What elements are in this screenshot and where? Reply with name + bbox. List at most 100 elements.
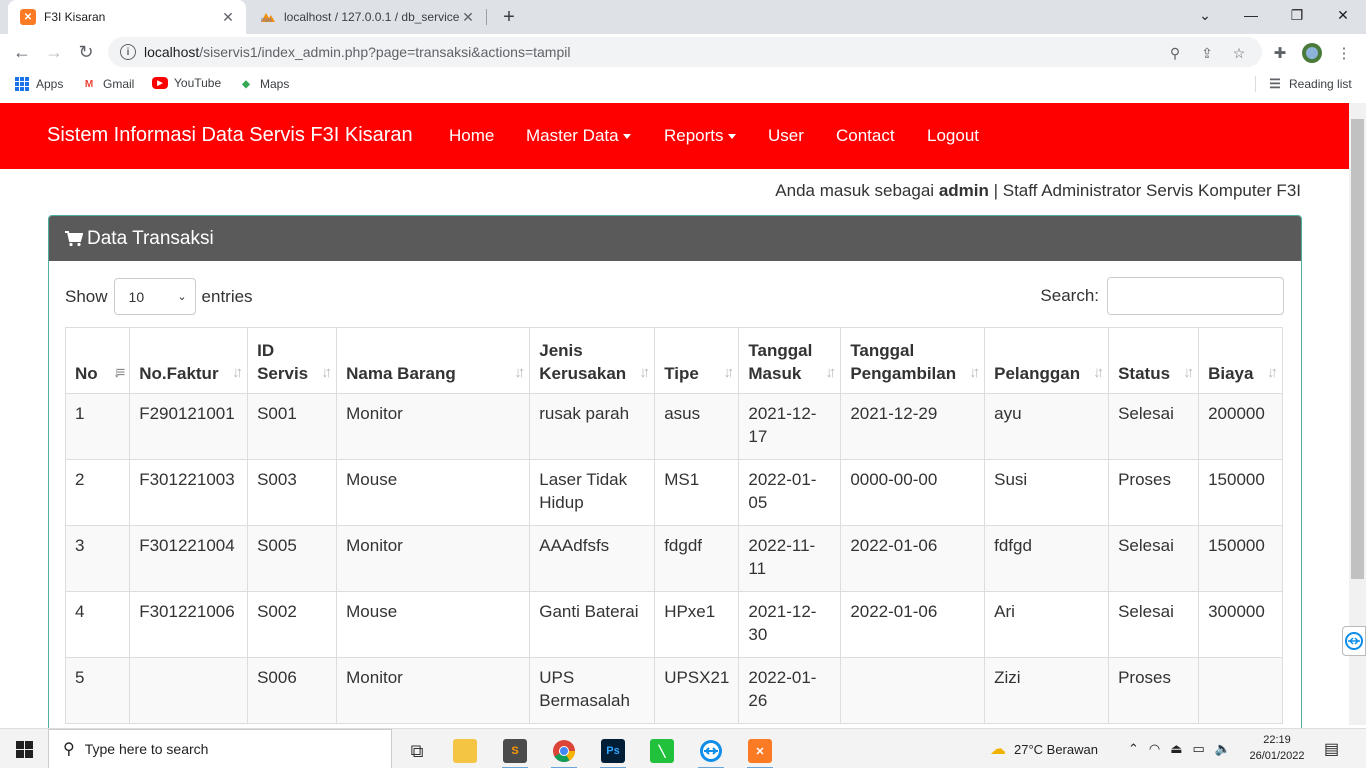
table-cell: S003 (247, 459, 338, 526)
taskbar-clock[interactable]: 22:19 26/01/2022 (1242, 732, 1312, 764)
column-header[interactable]: Tipe ↓↑ (654, 327, 740, 394)
tab-f3i-kisaran[interactable]: ✕ F3I Kisaran ✕ (8, 0, 246, 34)
table-cell: 1 (64, 393, 131, 460)
table-cell: F301221004 (129, 525, 249, 592)
close-tab-icon[interactable]: ✕ (460, 9, 476, 26)
caret-down-icon (622, 134, 631, 140)
column-header[interactable]: No ↓≡ (64, 327, 131, 394)
weather-widget[interactable]: ☁ 27°C Berawan (990, 729, 1098, 768)
nav-reports[interactable]: Reports (664, 126, 736, 146)
extensions-icon[interactable]: ✚ (1270, 43, 1290, 63)
table-cell: Zizi (984, 657, 1110, 724)
entries-select[interactable]: 10 ⌄ (113, 278, 196, 315)
nav-logout[interactable]: Logout (927, 126, 979, 146)
login-prefix: Anda masuk sebagai (775, 181, 935, 200)
column-header[interactable]: Biaya ↓↑ (1198, 327, 1283, 394)
tab-phpmyadmin[interactable]: PMA localhost / 127.0.0.1 / db_service ✕ (250, 0, 486, 34)
line-app-button[interactable]: ╲ (639, 733, 685, 768)
reading-list-icon: ☰ (1269, 76, 1281, 91)
teamviewer-icon (700, 740, 722, 762)
table-cell: 2022-01-26 (738, 657, 842, 724)
close-tab-icon[interactable]: ✕ (220, 9, 236, 26)
bookmark-maps[interactable]: ◆ Maps (238, 76, 289, 92)
table-cell: 2022-01-05 (738, 459, 842, 526)
column-header-label: Servis (257, 364, 309, 383)
wifi-icon[interactable]: ◠ (1149, 741, 1160, 757)
column-header[interactable]: Jenis Kerusakan ↓↑ (529, 327, 656, 394)
sublime-text-button[interactable]: S (492, 733, 538, 768)
sort-descending-icon: ↓≡ (112, 364, 125, 381)
search-icon: ⚲ (63, 741, 75, 758)
reading-list-button[interactable]: ☰ Reading list (1267, 76, 1352, 92)
bookmark-gmail[interactable]: M Gmail (81, 76, 135, 92)
battery-icon[interactable]: ▭ (1193, 741, 1205, 757)
column-header[interactable]: Tanggal Pengambilan ↓↑ (840, 327, 986, 394)
table-cell: Susi (984, 459, 1110, 526)
new-tab-button[interactable]: + (498, 6, 520, 29)
column-header-label: Pengambilan (850, 364, 957, 383)
url-host: localhost (144, 44, 200, 60)
apps-grid-icon (14, 76, 30, 92)
teamviewer-float-icon[interactable] (1342, 626, 1366, 656)
column-header-label: Masuk (748, 364, 802, 383)
notification-icon: ▤ (1324, 741, 1340, 758)
table-cell: 2022-11-11 (738, 525, 842, 592)
column-header[interactable]: Tanggal Masuk ↓↑ (738, 327, 842, 394)
column-header[interactable]: Nama Barang ↓↑ (336, 327, 531, 394)
column-header[interactable]: No.Faktur ↓↑ (129, 327, 249, 394)
start-button[interactable] (0, 729, 48, 768)
restore-button[interactable]: ❐ (1274, 0, 1320, 30)
volume-icon[interactable]: 🔈 (1215, 741, 1231, 757)
bookmark-youtube[interactable]: ▶ YouTube (152, 76, 221, 90)
photoshop-button[interactable]: Ps (590, 733, 636, 768)
reload-button[interactable]: ↻ (74, 40, 98, 64)
share-icon[interactable]: ⇪ (1198, 44, 1216, 62)
task-view-button[interactable]: ⧉ (394, 733, 440, 768)
table-row: 1 F290121001 S001 Monitor rusak parah asus 202… (64, 393, 1283, 460)
taskbar-search-box[interactable]: ⚲ Type here to search (48, 729, 392, 768)
table-cell: F301221003 (129, 459, 249, 526)
close-window-button[interactable]: ✕ (1320, 0, 1366, 30)
sort-both-icon: ↓↑ (969, 364, 980, 381)
bookmark-label: YouTube (174, 76, 222, 90)
site-info-icon[interactable]: i (120, 44, 136, 60)
scrollbar-thumb[interactable] (1351, 119, 1364, 579)
chrome-button[interactable] (541, 733, 587, 768)
sort-both-icon: ↓↑ (1267, 364, 1278, 381)
nav-master-data[interactable]: Master Data (526, 126, 631, 146)
entries-value: 10 (128, 288, 145, 305)
back-button[interactable]: ← (10, 40, 34, 64)
search-input[interactable] (1107, 277, 1284, 315)
teamviewer-button[interactable] (688, 733, 734, 768)
chrome-menu-icon[interactable]: ⋮ (1334, 43, 1354, 63)
zoom-icon[interactable]: ⚲ (1166, 44, 1184, 62)
site-brand[interactable]: Sistem Informasi Data Servis F3I Kisaran (47, 124, 413, 147)
bookmark-star-icon[interactable]: ☆ (1230, 44, 1248, 62)
folder-icon (453, 739, 477, 763)
column-header[interactable]: Pelanggan ↓↑ (984, 327, 1110, 394)
tab-search-button[interactable]: ⌄ (1182, 0, 1228, 30)
nav-contact[interactable]: Contact (836, 126, 895, 146)
notification-center-button[interactable]: ▤ (1324, 729, 1339, 768)
usb-icon[interactable]: ⏏ (1170, 741, 1182, 757)
profile-avatar[interactable] (1302, 43, 1322, 63)
nav-user[interactable]: User (768, 126, 804, 146)
address-bar[interactable]: i localhost/siservis1/index_admin.php?pa… (108, 37, 1262, 67)
chevron-up-icon[interactable]: ⌃ (1128, 741, 1139, 757)
table-cell: Mouse (336, 591, 531, 658)
file-explorer-button[interactable] (442, 733, 488, 768)
column-header[interactable]: Status ↓↑ (1108, 327, 1200, 394)
column-header[interactable]: ID Servis ↓↑ (247, 327, 338, 394)
sublime-icon: S (503, 739, 527, 763)
table-cell: 2021-12-29 (840, 393, 986, 460)
minimize-button[interactable]: — (1228, 0, 1274, 30)
table-row: 4 F301221006 S002 Mouse Ganti Baterai HPxe1 20… (64, 591, 1283, 658)
entries-length-control: Show 10 ⌄ entries (65, 278, 253, 315)
forward-button[interactable]: → (42, 40, 66, 64)
bookmark-apps[interactable]: Apps (14, 76, 63, 92)
column-header-label: Pelanggan (994, 364, 1081, 383)
xampp-button[interactable]: ✕ (737, 733, 783, 768)
column-header-label: ID (257, 341, 275, 360)
bookmark-label: Maps (260, 77, 290, 91)
nav-home[interactable]: Home (449, 126, 494, 146)
